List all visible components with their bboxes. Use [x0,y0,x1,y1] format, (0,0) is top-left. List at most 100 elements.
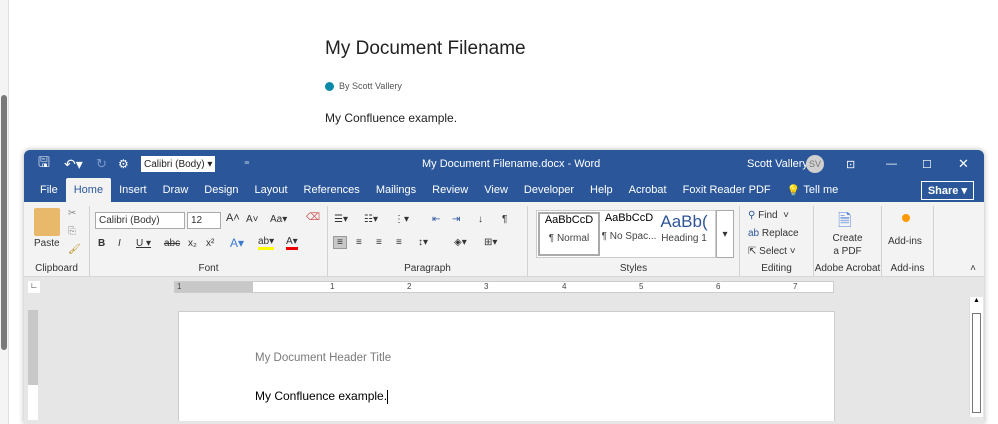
tell-me[interactable]: 💡 Tell me [779,178,847,202]
touch-mode-icon[interactable]: ⚙ [118,150,129,178]
font-color-icon[interactable]: A▾ [286,236,298,250]
align-center-icon[interactable]: ≡ [356,237,362,248]
maximize-icon[interactable]: ☐ [922,150,932,178]
strikethrough-icon[interactable]: abc [164,238,180,249]
document-page[interactable]: My Document Header Title My Confluence e… [178,311,835,421]
clear-formatting-icon[interactable]: ⌫ [306,212,320,223]
title-bar: 🖫 ↶▾ ↻ ⚙ Calibri (Body) ▾ ⁼ My Document … [24,150,984,178]
chevron-down-icon: ▾ [207,158,213,170]
shading-icon[interactable]: ◈▾ [454,237,467,248]
word-window: 🖫 ↶▾ ↻ ⚙ Calibri (Body) ▾ ⁼ My Document … [24,150,984,424]
document-body[interactable]: My Confluence example. [255,389,389,404]
horizontal-ruler[interactable]: 1 1 2 3 4 5 6 7 [174,281,834,293]
tab-mailings[interactable]: Mailings [368,178,424,202]
format-painter-icon[interactable]: 🖌 [68,244,81,255]
vertical-ruler[interactable] [28,310,38,420]
select-button[interactable]: ⇱ Select ˅ [748,246,796,257]
tab-draw[interactable]: Draw [155,178,197,202]
increase-indent-icon[interactable]: ⇥ [452,214,460,225]
addins-icon[interactable] [902,214,910,222]
show-marks-icon[interactable]: ¶ [502,214,507,225]
editing-label: Editing [761,263,792,274]
align-left-icon[interactable]: ≡ [333,236,347,249]
redo-icon: ↻ [96,156,107,171]
tab-help[interactable]: Help [582,178,621,202]
multilevel-list-icon[interactable]: ⋮▾ [394,214,409,225]
find-button[interactable]: ⚲ Find ˅ [748,210,789,221]
window-title: My Document Filename.docx - Word [422,158,601,170]
replace-button[interactable]: ab Replace [748,228,799,239]
tab-design[interactable]: Design [196,178,246,202]
tab-references[interactable]: References [296,178,368,202]
align-right-icon[interactable]: ≡ [376,237,382,248]
document-scrollbar[interactable]: ▲ [969,297,983,417]
text-effects-icon[interactable]: A▾ [230,236,244,250]
share-label: Share [927,185,959,197]
select-label: Select [759,246,787,257]
paste-icon[interactable] [34,208,60,236]
lightbulb-icon: 💡 [786,184,804,197]
underline-icon[interactable]: U ▾ [136,238,151,249]
create-pdf-button[interactable]: Create a PDF [814,232,881,258]
borders-icon[interactable]: ⊞▾ [484,237,497,248]
subscript-icon[interactable]: x₂ [188,238,197,249]
avatar[interactable] [325,81,334,91]
highlight-icon[interactable]: ab▾ [258,236,275,250]
tab-foxit[interactable]: Foxit Reader PDF [675,178,779,202]
share-button[interactable]: Share ▾ [920,181,974,200]
customize-qat-icon[interactable]: ⁼ [244,150,250,178]
addins-button[interactable]: Add-ins [888,236,922,247]
change-case-icon[interactable]: Aa▾ [270,214,287,225]
superscript-icon[interactable]: x² [206,238,214,249]
style-normal[interactable]: AaBbCcD ¶ Normal [538,212,600,256]
qat-font-select[interactable]: Calibri (Body) ▾ [141,156,216,172]
minimize-icon[interactable]: — [886,150,897,178]
author-link[interactable]: By Scott Vallery [339,81,402,91]
numbering-icon[interactable]: ☷▾ [364,214,378,225]
user-name[interactable]: Scott Vallery [747,150,808,178]
byline: By Scott Vallery [325,81,526,91]
scroll-up-icon[interactable]: ▲ [970,297,983,304]
user-avatar[interactable]: SV [806,155,824,173]
italic-icon[interactable]: I [118,238,121,249]
close-icon[interactable]: ✕ [958,150,969,178]
sort-icon[interactable]: ↓ [478,214,483,225]
tab-review[interactable]: Review [424,178,476,202]
tab-home[interactable]: Home [65,178,112,202]
scrollbar-thumb[interactable] [1,95,7,350]
scrollbar-thumb[interactable] [972,313,981,413]
create-label: Create [832,233,863,244]
tab-layout[interactable]: Layout [247,178,296,202]
ruler-row: ∟ 1 1 2 3 4 5 6 7 [24,277,984,297]
style-heading-1[interactable]: AaBb(Heading 1 [656,212,712,256]
bold-icon[interactable]: B [98,238,105,249]
tab-developer[interactable]: Developer [516,178,582,202]
justify-icon[interactable]: ≡ [396,237,402,248]
shrink-font-icon[interactable]: A˅ [246,214,259,225]
collapse-ribbon-icon[interactable]: ˄ [970,263,976,274]
style-no-spacing[interactable]: AaBbCcD ¶ No Spac... [598,212,660,256]
ribbon-display-icon[interactable]: ⊡ [846,150,855,178]
copy-icon[interactable]: ⎘ [68,226,76,237]
grow-font-icon[interactable]: A˄ [226,212,240,224]
tab-view[interactable]: View [476,178,516,202]
style-name: ¶ No Spac... [601,231,657,242]
ruler-tick: 7 [793,282,798,291]
page-scrollbar[interactable] [0,0,9,424]
font-size-select[interactable]: 12 [187,212,221,229]
document-header[interactable]: My Document Header Title [255,352,391,364]
tab-file[interactable]: File [32,178,66,202]
tab-insert[interactable]: Insert [111,178,155,202]
save-icon[interactable]: 🖫 [38,150,50,178]
decrease-indent-icon[interactable]: ⇤ [432,214,440,225]
cut-icon[interactable]: ✂ [68,208,76,219]
paste-button[interactable]: Paste [34,238,60,249]
font-name-select[interactable]: Calibri (Body) [95,212,185,229]
styles-more-icon[interactable]: ▾ [716,210,734,258]
undo-icon[interactable]: ↶▾ [64,150,83,178]
tab-selector[interactable]: ∟ [28,281,40,293]
line-spacing-icon[interactable]: ↕▾ [418,237,428,248]
bullets-icon[interactable]: ☰▾ [334,214,348,225]
tab-acrobat[interactable]: Acrobat [621,178,675,202]
create-label-2: a PDF [833,246,862,257]
